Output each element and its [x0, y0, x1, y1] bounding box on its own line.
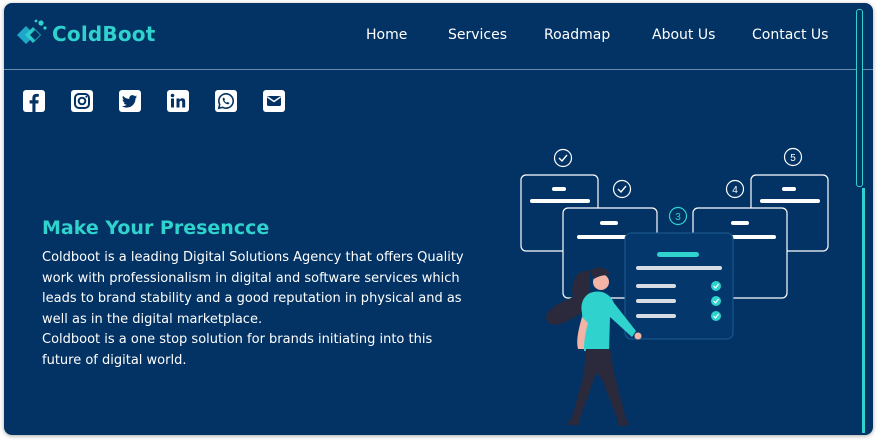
- navbar: ColdBoot Home Services Roadmap About Us …: [4, 3, 873, 70]
- scrollbar-thumb[interactable]: [856, 9, 863, 187]
- hero-description: Coldboot is a leading Digital Solutions …: [42, 248, 472, 371]
- hero-title: Make Your Presencce: [42, 217, 270, 239]
- nav-menu: Home Services Roadmap About Us Contact U…: [4, 27, 873, 47]
- nav-item-services[interactable]: Services: [448, 27, 507, 43]
- page-window: ColdBoot Home Services Roadmap About Us …: [4, 3, 873, 435]
- scrollbar-track[interactable]: [862, 188, 865, 433]
- nav-item-contact-us[interactable]: Contact Us: [752, 27, 828, 43]
- step-number: 3: [675, 212, 681, 223]
- instagram-icon[interactable]: [71, 90, 93, 112]
- step-number: 4: [732, 185, 738, 196]
- nav-item-home[interactable]: Home: [366, 27, 407, 43]
- social-links: [23, 90, 311, 112]
- hero-illustration: 4 5 3: [520, 147, 829, 426]
- hero-paragraph: Coldboot is a one stop solution for bran…: [42, 332, 433, 368]
- email-icon[interactable]: [263, 90, 285, 112]
- step-number: 5: [790, 153, 796, 164]
- nav-item-roadmap[interactable]: Roadmap: [544, 27, 610, 43]
- twitter-icon[interactable]: [119, 90, 141, 112]
- linkedin-icon[interactable]: [167, 90, 189, 112]
- nav-item-about-us[interactable]: About Us: [652, 27, 715, 43]
- whatsapp-icon[interactable]: [215, 90, 237, 112]
- hero-paragraph: Coldboot is a leading Digital Solutions …: [42, 250, 464, 327]
- facebook-icon[interactable]: [23, 90, 45, 112]
